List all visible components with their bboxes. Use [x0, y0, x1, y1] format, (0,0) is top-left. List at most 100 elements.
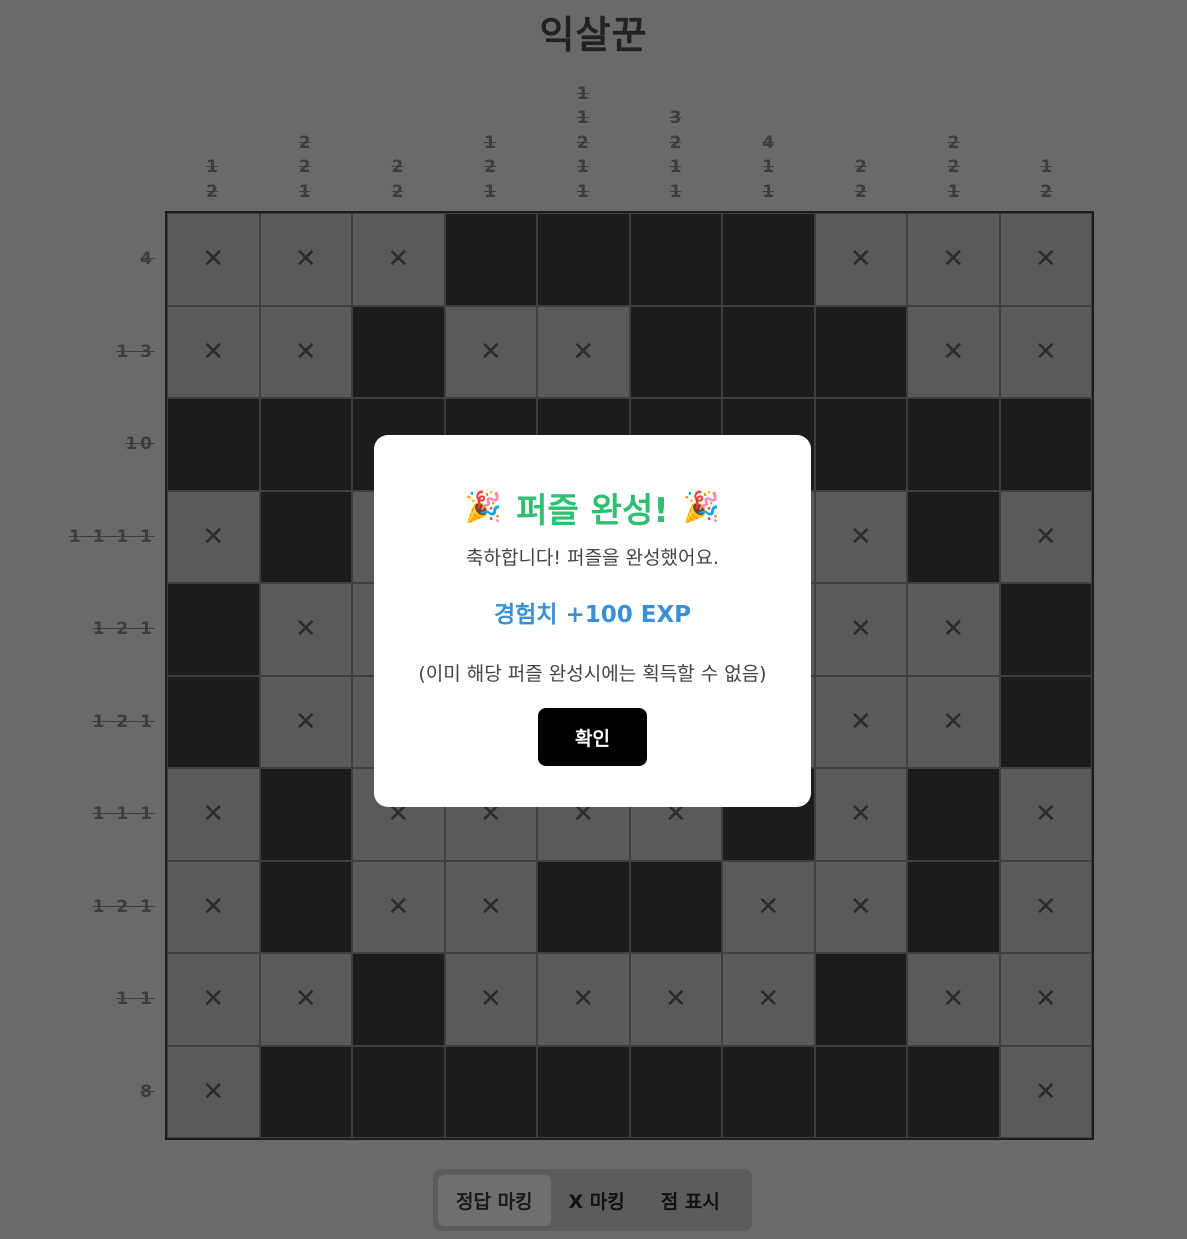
x-marked-cell[interactable]: ✕: [999, 860, 1092, 953]
filled-cell[interactable]: [999, 675, 1092, 768]
filled-cell[interactable]: [352, 953, 445, 1046]
x-marked-cell[interactable]: ✕: [537, 305, 630, 398]
filled-cell[interactable]: [259, 768, 352, 861]
x-marked-cell[interactable]: ✕: [259, 213, 352, 306]
filled-cell[interactable]: [167, 583, 260, 676]
x-marked-cell[interactable]: ✕: [444, 860, 537, 953]
filled-cell[interactable]: [907, 490, 1000, 583]
x-marked-cell[interactable]: ✕: [722, 860, 815, 953]
x-marked-cell[interactable]: ✕: [907, 213, 1000, 306]
filled-cell[interactable]: [907, 1045, 1000, 1138]
filled-cell[interactable]: [907, 398, 1000, 491]
column-clue-number: 2: [947, 157, 960, 177]
row-clue: 8: [140, 1081, 155, 1102]
modal-message: 축하합니다! 퍼즐을 완성했어요.: [466, 547, 719, 569]
x-mark-icon: ✕: [942, 984, 965, 1015]
filled-cell[interactable]: [167, 675, 260, 768]
x-marked-cell[interactable]: ✕: [537, 953, 630, 1046]
x-marked-cell[interactable]: ✕: [907, 675, 1000, 768]
x-marked-cell[interactable]: ✕: [907, 305, 1000, 398]
x-mark-icon: ✕: [294, 244, 317, 275]
column-clue-number: 2: [947, 132, 960, 153]
x-marked-cell[interactable]: ✕: [814, 213, 907, 306]
x-mark-icon: ✕: [479, 984, 502, 1015]
x-mark-icon: ✕: [387, 891, 410, 922]
x-marked-cell[interactable]: ✕: [167, 860, 260, 953]
party-popper-icon: 🎉: [682, 490, 721, 525]
x-marked-cell[interactable]: ✕: [814, 860, 907, 953]
x-mark-icon: ✕: [1034, 1076, 1057, 1107]
x-marked-cell[interactable]: ✕: [722, 953, 815, 1046]
filled-cell[interactable]: [537, 213, 630, 306]
x-marked-cell[interactable]: ✕: [352, 860, 445, 953]
x-marked-cell[interactable]: ✕: [999, 490, 1092, 583]
filled-cell[interactable]: [814, 305, 907, 398]
filled-cell[interactable]: [629, 860, 722, 953]
filled-cell[interactable]: [352, 1045, 445, 1138]
row-clue: 1 2 1: [92, 711, 155, 732]
filled-cell[interactable]: [814, 953, 907, 1046]
filled-cell[interactable]: [814, 1045, 907, 1138]
x-marked-cell[interactable]: ✕: [167, 1045, 260, 1138]
x-marked-cell[interactable]: ✕: [999, 1045, 1092, 1138]
mode-dot-button[interactable]: 점 표시: [643, 1175, 738, 1226]
x-marked-cell[interactable]: ✕: [259, 953, 352, 1046]
filled-cell[interactable]: [629, 305, 722, 398]
x-mark-icon: ✕: [479, 336, 502, 367]
x-marked-cell[interactable]: ✕: [999, 305, 1092, 398]
x-mark-icon: ✕: [942, 614, 965, 645]
page-title: 익살꾼: [539, 13, 648, 57]
filled-cell[interactable]: [444, 1045, 537, 1138]
x-marked-cell[interactable]: ✕: [814, 583, 907, 676]
filled-cell[interactable]: [167, 398, 260, 491]
filled-cell[interactable]: [537, 860, 630, 953]
x-marked-cell[interactable]: ✕: [999, 768, 1092, 861]
filled-cell[interactable]: [537, 1045, 630, 1138]
column-clue: 2 2 1: [908, 80, 1000, 204]
x-marked-cell[interactable]: ✕: [814, 490, 907, 583]
filled-cell[interactable]: [444, 213, 537, 306]
filled-cell[interactable]: [629, 1045, 722, 1138]
x-marked-cell[interactable]: ✕: [999, 953, 1092, 1046]
filled-cell[interactable]: [352, 305, 445, 398]
x-marked-cell[interactable]: ✕: [167, 953, 260, 1046]
filled-cell[interactable]: [907, 768, 1000, 861]
column-clue-number: 1: [576, 83, 589, 104]
column-clue-number: 1: [669, 157, 682, 177]
filled-cell[interactable]: [259, 398, 352, 491]
x-marked-cell[interactable]: ✕: [167, 213, 260, 306]
x-mark-icon: ✕: [1034, 799, 1057, 830]
filled-cell[interactable]: [814, 398, 907, 491]
x-marked-cell[interactable]: ✕: [259, 675, 352, 768]
x-marked-cell[interactable]: ✕: [259, 305, 352, 398]
filled-cell[interactable]: [259, 860, 352, 953]
x-marked-cell[interactable]: ✕: [167, 305, 260, 398]
modal-title-row: 🎉 퍼즐 완성! 🎉: [374, 483, 811, 532]
x-mark-icon: ✕: [849, 706, 872, 737]
x-marked-cell[interactable]: ✕: [259, 583, 352, 676]
confirm-button[interactable]: 확인: [538, 708, 647, 766]
x-marked-cell[interactable]: ✕: [444, 953, 537, 1046]
x-marked-cell[interactable]: ✕: [999, 213, 1092, 306]
filled-cell[interactable]: [907, 860, 1000, 953]
filled-cell[interactable]: [259, 490, 352, 583]
column-clue-number: 2: [298, 132, 311, 153]
filled-cell[interactable]: [722, 213, 815, 306]
x-marked-cell[interactable]: ✕: [814, 675, 907, 768]
x-marked-cell[interactable]: ✕: [907, 953, 1000, 1046]
mode-x-marking-button[interactable]: X 마킹: [551, 1175, 643, 1226]
filled-cell[interactable]: [259, 1045, 352, 1138]
x-marked-cell[interactable]: ✕: [167, 490, 260, 583]
x-marked-cell[interactable]: ✕: [907, 583, 1000, 676]
filled-cell[interactable]: [722, 305, 815, 398]
x-marked-cell[interactable]: ✕: [352, 213, 445, 306]
filled-cell[interactable]: [999, 398, 1092, 491]
mode-answer-marking-button[interactable]: 정답 마킹: [438, 1174, 551, 1226]
filled-cell[interactable]: [722, 1045, 815, 1138]
x-marked-cell[interactable]: ✕: [629, 953, 722, 1046]
x-marked-cell[interactable]: ✕: [814, 768, 907, 861]
x-marked-cell[interactable]: ✕: [167, 768, 260, 861]
filled-cell[interactable]: [999, 583, 1092, 676]
filled-cell[interactable]: [629, 213, 722, 306]
x-marked-cell[interactable]: ✕: [444, 305, 537, 398]
